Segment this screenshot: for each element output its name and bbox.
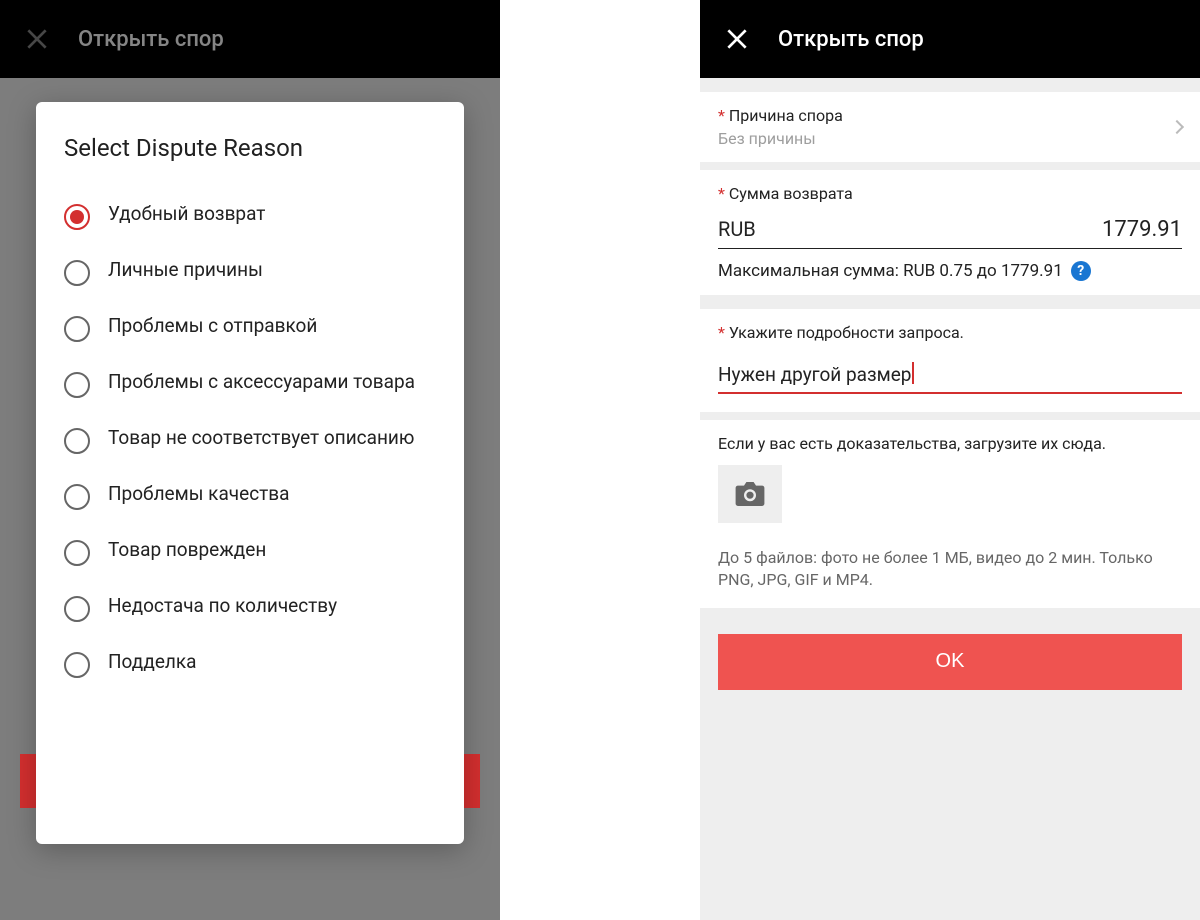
reason-option[interactable]: Подделка	[64, 636, 436, 692]
reason-label: Товар поврежден	[108, 538, 266, 563]
file-hint: До 5 файлов: фото не более 1 МБ, видео д…	[700, 541, 1200, 608]
chevron-right-icon	[1170, 120, 1184, 134]
field-label: *Сумма возврата	[718, 184, 1182, 203]
currency-label: RUB	[718, 217, 756, 241]
details-input[interactable]: Нужен другой размер	[718, 354, 1182, 394]
details-label-text: Укажите подробности запроса.	[729, 323, 964, 342]
reason-option[interactable]: Личные причины	[64, 244, 436, 300]
required-asterisk: *	[718, 106, 725, 125]
reason-label: Недостача по количеству	[108, 594, 337, 619]
field-label: *Причина спора	[718, 106, 843, 125]
reason-label-text: Причина спора	[729, 106, 843, 125]
reason-option[interactable]: Недостача по количеству	[64, 580, 436, 636]
radio-icon	[64, 316, 90, 342]
radio-icon	[64, 204, 90, 230]
ok-label: OK	[936, 650, 965, 673]
upload-section	[700, 463, 1200, 541]
dispute-reason-modal: Select Dispute Reason Удобный возврат Ли…	[36, 102, 464, 844]
details-section: *Укажите подробности запроса. Нужен друг…	[700, 309, 1200, 412]
refund-label-text: Сумма возврата	[729, 184, 853, 203]
camera-icon	[735, 482, 765, 506]
reason-label: Проблемы с аксессуарами товара	[108, 370, 415, 395]
reason-value: Без причины	[718, 129, 843, 148]
reason-option[interactable]: Удобный возврат	[64, 188, 436, 244]
reason-label: Товар не соответствует описанию	[108, 426, 414, 451]
reason-label: Проблемы с отправкой	[108, 314, 317, 339]
reason-radio-list: Удобный возврат Личные причины Проблемы …	[64, 188, 436, 692]
right-header: Открыть спор	[700, 0, 1200, 78]
dispute-reason-field[interactable]: *Причина спора Без причины	[700, 92, 1200, 162]
modal-title: Select Dispute Reason	[64, 134, 436, 162]
form-body: *Причина спора Без причины *Сумма возвра…	[700, 78, 1200, 920]
reason-option[interactable]: Проблемы с аксессуарами товара	[64, 356, 436, 412]
reason-option[interactable]: Проблемы качества	[64, 468, 436, 524]
max-amount-hint: Максимальная сумма: RUB 0.75 до 1779.91 …	[718, 249, 1182, 281]
upload-button[interactable]	[718, 465, 782, 523]
reason-option[interactable]: Проблемы с отправкой	[64, 300, 436, 356]
max-amount-text: Максимальная сумма: RUB 0.75 до 1779.91	[718, 261, 1063, 281]
details-value: Нужен другой размер	[718, 363, 911, 386]
reason-label: Проблемы качества	[108, 482, 289, 507]
refund-amount-section: *Сумма возврата RUB 1779.91 Максимальная…	[700, 170, 1200, 295]
radio-icon	[64, 484, 90, 510]
reason-label: Подделка	[108, 650, 197, 675]
info-icon[interactable]: ?	[1071, 261, 1091, 281]
reason-option[interactable]: Товар не соответствует описанию	[64, 412, 436, 468]
radio-icon	[64, 540, 90, 566]
radio-icon	[64, 260, 90, 286]
field-label: *Укажите подробности запроса.	[718, 323, 1182, 342]
radio-icon	[64, 596, 90, 622]
reason-option[interactable]: Товар поврежден	[64, 524, 436, 580]
reason-label: Удобный возврат	[108, 202, 265, 227]
footer: OK	[700, 608, 1200, 730]
radio-icon	[64, 372, 90, 398]
evidence-instructions: Если у вас есть доказательства, загрузит…	[700, 420, 1200, 463]
header-title: Открыть спор	[778, 27, 924, 52]
amount-value: 1779.91	[1102, 217, 1182, 242]
dispute-reason-screen: Открыть спор Select Dispute Reason Удобн…	[0, 0, 500, 920]
close-icon[interactable]	[724, 26, 750, 52]
radio-icon	[64, 428, 90, 454]
radio-icon	[64, 652, 90, 678]
required-asterisk: *	[718, 323, 725, 342]
panel-divider	[500, 0, 700, 920]
reason-label: Личные причины	[108, 258, 263, 283]
ok-button[interactable]: OK	[718, 634, 1182, 690]
text-cursor	[912, 362, 914, 384]
refund-amount-input[interactable]: RUB 1779.91	[718, 213, 1182, 249]
required-asterisk: *	[718, 184, 725, 203]
dispute-form-screen: Открыть спор *Причина спора Без причины	[700, 0, 1200, 920]
